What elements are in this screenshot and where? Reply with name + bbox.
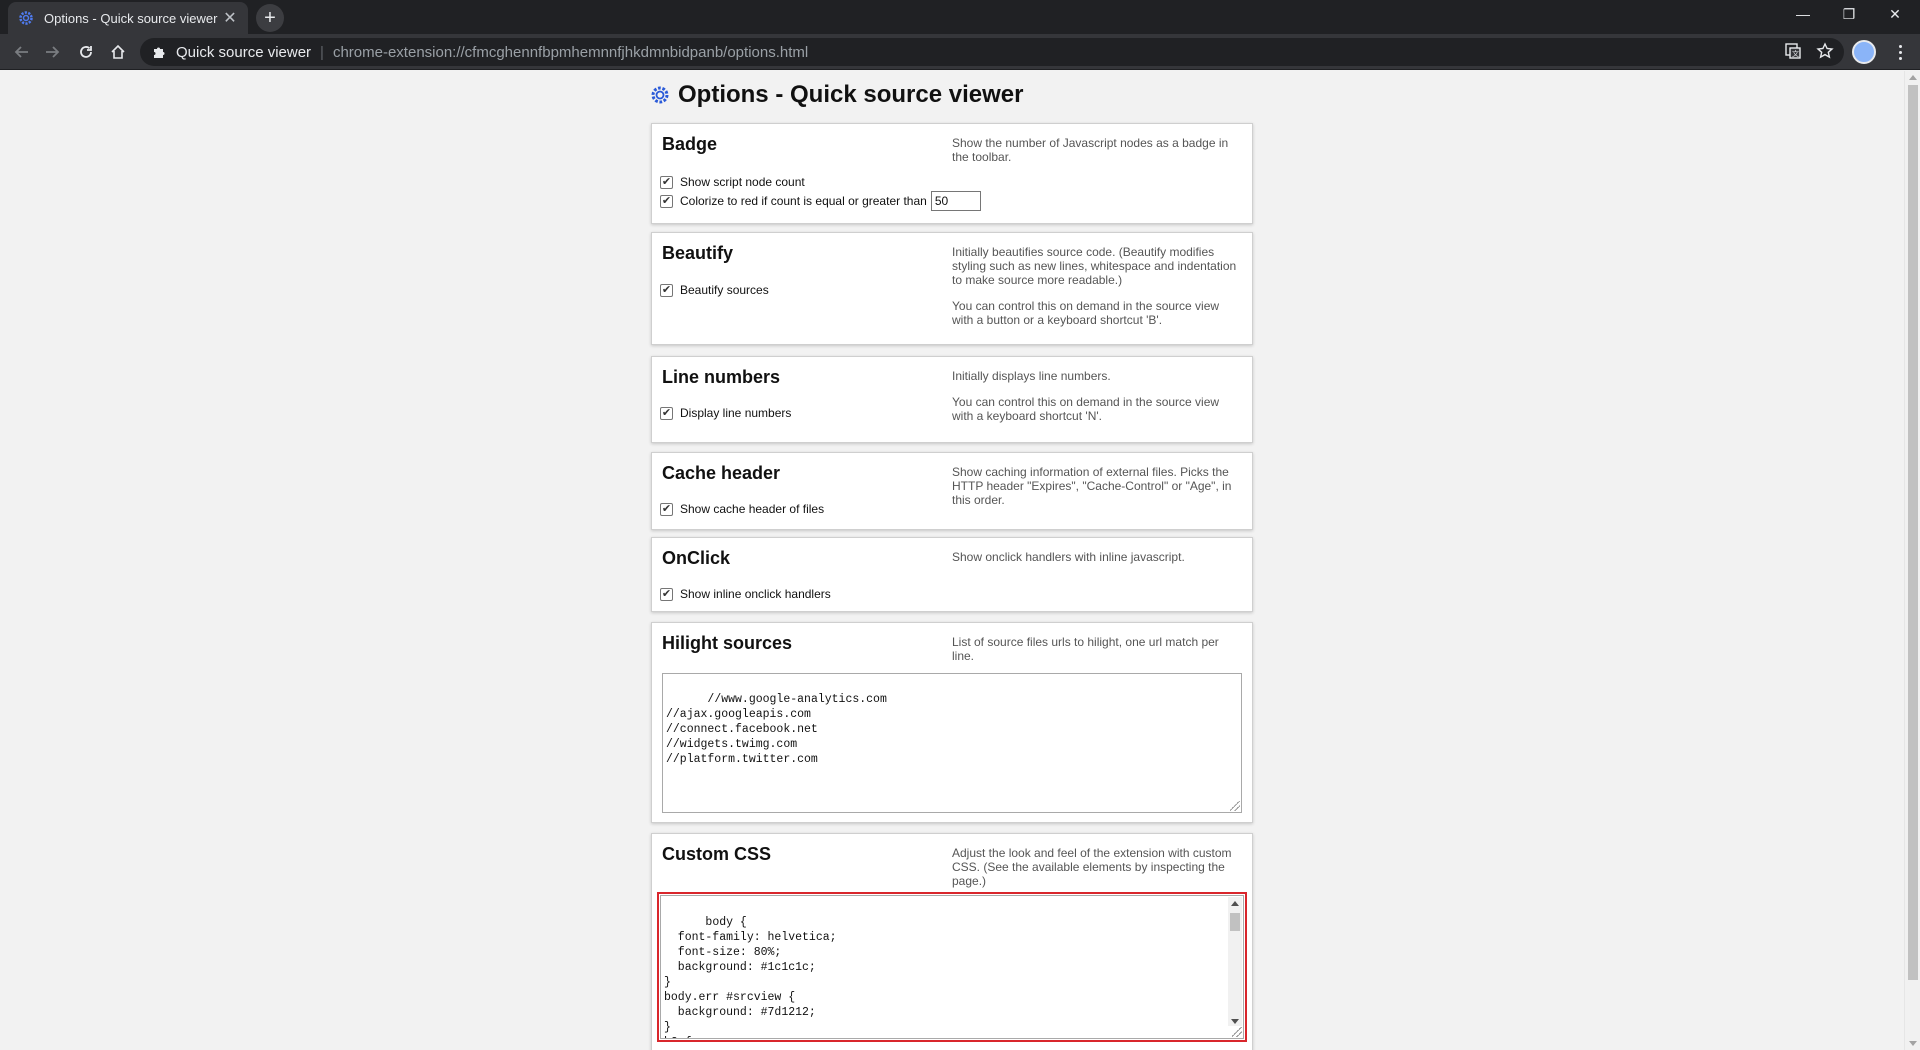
browser-toolbar: Quick source viewer | chrome-extension:/… <box>0 34 1920 70</box>
colorize-red-option[interactable]: ✔ Colorize to red if count is equal or g… <box>660 191 981 211</box>
section-description: List of source files urls to hilight, on… <box>952 635 1219 663</box>
section-description: Initially displays line numbers. You can… <box>952 369 1220 423</box>
resize-handle[interactable] <box>1232 1027 1242 1037</box>
display-line-numbers-option[interactable]: ✔ Display line numbers <box>660 406 791 420</box>
option-label: Show inline onclick handlers <box>680 587 831 601</box>
scroll-thumb[interactable] <box>1908 85 1918 980</box>
hilight-urls-textarea[interactable]: //www.google-analytics.com //ajax.google… <box>662 673 1242 813</box>
show-cache-header-option[interactable]: ✔ Show cache header of files <box>660 502 824 516</box>
section-title: Badge <box>662 134 718 154</box>
checkbox[interactable]: ✔ <box>660 283 673 297</box>
options-page: Options - Quick source viewer Badge Show… <box>0 71 1904 1050</box>
gear-icon <box>18 10 34 26</box>
resize-handle[interactable] <box>1230 801 1240 811</box>
puzzle-icon <box>154 47 165 58</box>
textarea-content: body { font-family: helvetica; font-size… <box>664 916 837 1038</box>
scroll-up-icon[interactable] <box>1231 901 1239 906</box>
scroll-down-icon[interactable] <box>1909 1041 1917 1046</box>
arrow-right-icon <box>46 46 60 58</box>
scroll-up-icon[interactable] <box>1909 75 1917 80</box>
site-name: Quick source viewer <box>176 43 312 61</box>
onclick-section: OnClick Show onclick handlers with inlin… <box>651 537 1253 612</box>
checkbox[interactable]: ✔ <box>660 175 673 189</box>
option-label: Show cache header of files <box>680 502 825 516</box>
svg-text:文: 文 <box>1792 49 1799 58</box>
option-label: Beautify sources <box>680 283 769 297</box>
option-label: Show script node count <box>680 175 805 189</box>
tab-strip: Options - Quick source viewer ✕ + — ❐ ✕ <box>0 0 1920 34</box>
section-title: Hilight sources <box>662 633 793 653</box>
section-description: Show the number of Javascript nodes as a… <box>952 136 1229 164</box>
gear-icon <box>650 85 670 105</box>
arrow-left-icon <box>14 46 28 58</box>
profile-avatar[interactable] <box>1852 40 1876 64</box>
custom-css-section: Custom CSS Adjust the look and feel of t… <box>651 833 1253 1050</box>
section-title: OnClick <box>662 548 731 568</box>
line-numbers-section: Line numbers Initially displays line num… <box>651 356 1253 443</box>
home-button[interactable] <box>104 38 132 66</box>
forward-button[interactable] <box>38 38 66 66</box>
section-description: Show caching information of external fil… <box>952 465 1232 507</box>
section-title: Custom CSS <box>662 844 772 864</box>
hilight-sources-section: Hilight sources List of source files url… <box>651 622 1253 823</box>
page-scrollbar[interactable] <box>1904 71 1920 1050</box>
section-description: Initially beautifies source code. (Beaut… <box>952 245 1237 327</box>
textarea-content: //www.google-analytics.com //ajax.google… <box>666 693 887 766</box>
beautify-section: Beautify Initially beautifies source cod… <box>651 232 1253 345</box>
checkbox[interactable]: ✔ <box>660 406 673 420</box>
show-onclick-handlers-option[interactable]: ✔ Show inline onclick handlers <box>660 587 831 601</box>
option-label: Colorize to red if count is equal or gre… <box>680 194 927 208</box>
checkbox[interactable]: ✔ <box>660 502 673 516</box>
option-label: Display line numbers <box>680 406 792 420</box>
close-window-button[interactable]: ✕ <box>1872 0 1918 28</box>
section-title: Beautify <box>662 243 734 263</box>
star-icon[interactable] <box>1816 42 1834 60</box>
tab-options[interactable]: Options - Quick source viewer ✕ <box>8 2 248 34</box>
checkbox[interactable]: ✔ <box>660 194 673 208</box>
translate-icon[interactable]: 文 <box>1784 42 1802 60</box>
menu-icon[interactable] <box>1888 40 1912 64</box>
section-description: Show onclick handlers with inline javasc… <box>952 550 1185 564</box>
custom-css-textarea[interactable]: body { font-family: helvetica; font-size… <box>660 895 1244 1039</box>
checkbox[interactable]: ✔ <box>660 587 673 601</box>
home-icon <box>111 44 125 59</box>
address-bar[interactable]: Quick source viewer | chrome-extension:/… <box>140 38 1844 66</box>
restore-button[interactable]: ❐ <box>1826 0 1872 28</box>
new-tab-button[interactable]: + <box>256 4 284 32</box>
omnibox-separator: | <box>320 43 324 61</box>
minimize-button[interactable]: — <box>1780 0 1826 28</box>
back-button[interactable] <box>8 38 36 66</box>
beautify-sources-option[interactable]: ✔ Beautify sources <box>660 283 769 297</box>
scroll-down-icon[interactable] <box>1231 1019 1239 1024</box>
page-title: Options - Quick source viewer <box>650 81 1023 109</box>
close-tab-icon[interactable]: ✕ <box>222 8 238 28</box>
threshold-input[interactable] <box>930 191 981 211</box>
tab-title: Options - Quick source viewer <box>44 10 218 26</box>
scroll-thumb[interactable] <box>1230 913 1240 931</box>
section-title: Cache header <box>662 463 781 483</box>
cache-header-section: Cache header Show caching information of… <box>651 452 1253 530</box>
badge-section: Badge Show the number of Javascript node… <box>651 123 1253 224</box>
section-title: Line numbers <box>662 367 781 387</box>
textarea-scrollbar[interactable] <box>1228 897 1242 1026</box>
reload-button[interactable] <box>72 38 100 66</box>
url-text: chrome-extension://cfmcghennfbpmhemnnfjh… <box>332 43 809 61</box>
page-title-text: Options - Quick source viewer <box>678 81 1024 108</box>
show-script-node-count-option[interactable]: ✔ Show script node count <box>660 175 805 189</box>
reload-icon <box>80 46 92 58</box>
